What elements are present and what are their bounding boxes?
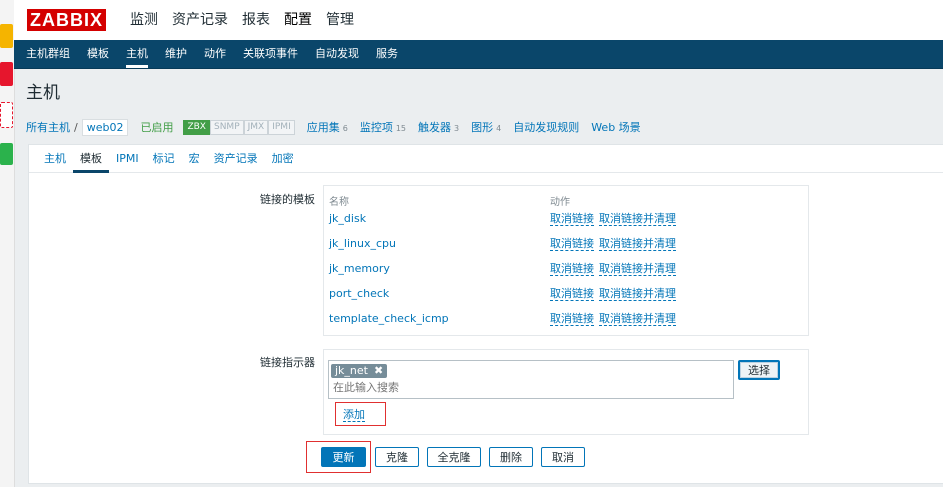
full-clone-button[interactable]: 全克隆	[427, 447, 481, 467]
top-menu-configuration[interactable]: 配置	[284, 0, 312, 40]
template-name-link[interactable]: jk_linux_cpu	[329, 237, 396, 250]
form-tabs: 主机 模板 IPMI 标记 宏 资产记录 加密	[29, 145, 943, 173]
tab-macros[interactable]: 宏	[189, 145, 200, 172]
unlink-link[interactable]: 取消链接	[550, 212, 594, 226]
tab-tags[interactable]: 标记	[153, 145, 175, 172]
tab-host[interactable]: 主机	[44, 145, 66, 172]
sub-menu-host-groups[interactable]: 主机群组	[26, 40, 70, 68]
tab-inventory[interactable]: 资产记录	[214, 145, 258, 172]
interface-ipmi-badge: IPMI	[268, 119, 295, 135]
add-link[interactable]: 添加	[343, 408, 365, 422]
top-menu: 监测 资产记录 报表 配置 管理	[130, 0, 368, 40]
interface-availability: ZBX SNMP JMX IPMI	[183, 119, 295, 135]
cancel-button[interactable]: 取消	[541, 447, 585, 467]
linked-templates-table: 名称 动作 jk_disk 取消链接 取消链接并清理 jk_linux_cpu …	[323, 185, 809, 336]
triggers-link[interactable]: 触发器 3	[418, 119, 459, 135]
interface-zbx-badge: ZBX	[183, 119, 210, 135]
column-header-name: 名称	[329, 197, 349, 208]
main-area: ZABBIX 监测 资产记录 报表 配置 管理 主机群组 模板 主机 维护 动作…	[14, 0, 943, 487]
top-menu-administration[interactable]: 管理	[326, 0, 354, 40]
unlink-link[interactable]: 取消链接	[550, 237, 594, 251]
delete-button[interactable]: 删除	[489, 447, 533, 467]
items-link[interactable]: 监控项 15	[360, 119, 406, 135]
sub-menu-services[interactable]: 服务	[376, 40, 398, 68]
triggers-count: 3	[454, 124, 460, 133]
update-button[interactable]: 更新	[321, 447, 366, 467]
sub-menu-hosts[interactable]: 主机	[126, 40, 148, 68]
remove-chip-icon[interactable]: ✖	[374, 364, 383, 377]
unlink-and-clear-link[interactable]: 取消链接并清理	[599, 237, 676, 251]
mail-icon[interactable]	[0, 102, 13, 128]
weibo-icon[interactable]	[0, 62, 13, 86]
web-scenarios-link[interactable]: Web 场景	[591, 119, 640, 135]
top-bar: ZABBIX 监测 资产记录 报表 配置 管理	[14, 0, 943, 40]
host-name-link[interactable]: web02	[81, 118, 129, 136]
breadcrumb-separator: /	[74, 120, 78, 134]
unlink-link[interactable]: 取消链接	[550, 262, 594, 276]
template-multiselect[interactable]: jk_net ✖	[328, 360, 734, 399]
unlink-and-clear-link[interactable]: 取消链接并清理	[599, 287, 676, 301]
template-name-link[interactable]: jk_disk	[329, 212, 366, 225]
tab-ipmi[interactable]: IPMI	[116, 145, 139, 172]
graphs-count: 4	[496, 124, 502, 133]
linked-templates-label: 链接的模板	[260, 193, 315, 206]
top-menu-monitoring[interactable]: 监测	[130, 0, 158, 40]
page-title: 主机	[26, 83, 60, 103]
unlink-link[interactable]: 取消链接	[550, 312, 594, 326]
star-icon[interactable]	[0, 24, 13, 48]
link-indicator-box: jk_net✖ 选择 添加	[323, 349, 809, 435]
zabbix-logo[interactable]: ZABBIX	[27, 9, 106, 31]
column-header-action: 动作	[550, 197, 570, 208]
graphs-link[interactable]: 图形 4	[471, 119, 501, 135]
tab-templates[interactable]: 模板	[73, 145, 109, 173]
clone-button[interactable]: 克隆	[375, 447, 419, 467]
unlink-and-clear-link[interactable]: 取消链接并清理	[599, 312, 676, 326]
tab-encryption[interactable]: 加密	[272, 145, 294, 172]
chat-icon[interactable]	[0, 143, 13, 165]
interface-snmp-badge: SNMP	[209, 119, 244, 135]
select-button[interactable]: 选择	[738, 360, 780, 380]
top-menu-reports[interactable]: 报表	[242, 0, 270, 40]
host-breadcrumb-bar: 所有主机 / web02 已启用 ZBX SNMP JMX IPMI 应用集 6 …	[26, 117, 641, 137]
unlink-and-clear-link[interactable]: 取消链接并清理	[599, 212, 676, 226]
all-hosts-link[interactable]: 所有主机	[26, 119, 70, 135]
sub-menu-correlation[interactable]: 关联项事件	[243, 40, 298, 68]
top-menu-inventory[interactable]: 资产记录	[172, 0, 228, 40]
selected-template-chip: jk_net ✖	[331, 364, 388, 378]
unlink-and-clear-link[interactable]: 取消链接并清理	[599, 262, 676, 276]
add-highlight-box: 添加	[335, 402, 386, 426]
discovery-rules-link[interactable]: 自动发现规则	[513, 119, 579, 135]
template-name-link[interactable]: jk_memory	[329, 262, 390, 275]
sub-menu-templates[interactable]: 模板	[87, 40, 109, 68]
browser-side-strip	[0, 0, 15, 487]
template-name-link[interactable]: template_check_icmp	[329, 312, 449, 325]
template-name-link[interactable]: port_check	[329, 287, 389, 300]
unlink-link[interactable]: 取消链接	[550, 287, 594, 301]
host-status-enabled[interactable]: 已启用	[140, 119, 173, 135]
items-count: 15	[395, 124, 407, 133]
applications-count: 6	[342, 124, 348, 133]
sub-menu-actions[interactable]: 动作	[204, 40, 226, 68]
sub-menu-maintenance[interactable]: 维护	[165, 40, 187, 68]
template-search-input[interactable]	[333, 381, 633, 394]
sub-menu-discovery[interactable]: 自动发现	[315, 40, 359, 68]
link-indicator-label: 链接指示器	[260, 356, 315, 369]
host-form-card: 主机 模板 IPMI 标记 宏 资产记录 加密 链接的模板 名称 动作 jk_d…	[28, 144, 943, 484]
applications-link[interactable]: 应用集 6	[307, 119, 348, 135]
sub-menu: 主机群组 模板 主机 维护 动作 关联项事件 自动发现 服务	[14, 40, 943, 69]
interface-jmx-badge: JMX	[243, 119, 269, 135]
